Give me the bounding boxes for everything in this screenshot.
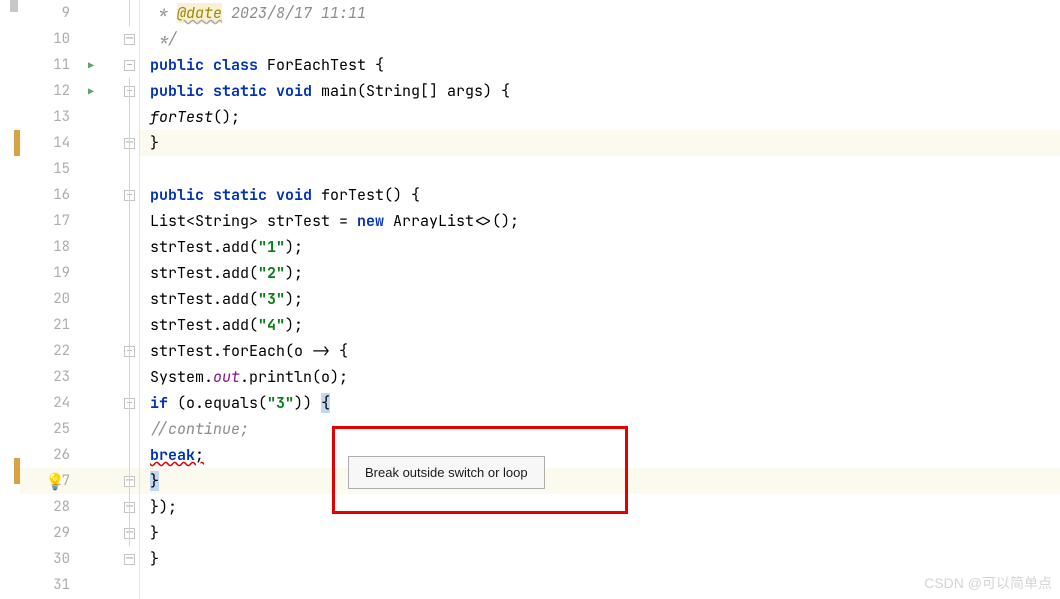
fold-close-icon[interactable]: ─ — [124, 34, 135, 45]
line-num: 20 — [20, 290, 80, 308]
code-line-25[interactable]: //continue; — [150, 416, 1060, 442]
code-line-17[interactable]: List<String> strTest = new ArrayList<>()… — [150, 208, 1060, 234]
line-num: 31 — [20, 576, 80, 594]
run-icon[interactable]: ▶ — [88, 59, 94, 72]
line-num: 22 — [20, 342, 80, 360]
line-num: 21 — [20, 316, 80, 334]
line-numbers: 9 10─ 11▶– 12▶– 13 14─ 15 16– 17 18 19 2… — [20, 0, 139, 598]
line-num: 13 — [20, 108, 80, 126]
code-line-19[interactable]: strTest.add("2"); — [150, 260, 1060, 286]
gutter: 9 10─ 11▶– 12▶– 13 14─ 15 16– 17 18 19 2… — [20, 0, 140, 599]
line-num: 16 — [20, 186, 80, 204]
line-num: 14 — [20, 134, 80, 152]
tooltip-text: Break outside switch or loop — [365, 465, 528, 480]
code-line-9[interactable]: * @date 2023/8/17 11:11 — [150, 0, 1060, 26]
line-num: 10 — [20, 30, 80, 48]
line-num: 9 — [20, 4, 80, 22]
code-line-23[interactable]: System.out.println(o); — [150, 364, 1060, 390]
code-area[interactable]: * @date 2023/8/17 11:11 */ public class … — [140, 0, 1060, 599]
line-num: 30 — [20, 550, 80, 568]
editor-container: 9 10─ 11▶– 12▶– 13 14─ 15 16– 17 18 19 2… — [0, 0, 1060, 599]
change-marker-grey — [10, 0, 18, 12]
code-line-13[interactable]: forTest(); — [150, 104, 1060, 130]
line-num: 28 — [20, 498, 80, 516]
fold-minus-icon[interactable]: – — [124, 60, 135, 71]
code-line-24[interactable]: if (o.equals("3")) { — [150, 390, 1060, 416]
watermark: CSDN @可以简单点 — [924, 573, 1052, 593]
line-num: 29 — [20, 524, 80, 542]
code-line-10[interactable]: */ — [150, 26, 1060, 52]
code-line-21[interactable]: strTest.add("4"); — [150, 312, 1060, 338]
code-line-14[interactable]: } — [150, 130, 1060, 156]
run-icon[interactable]: ▶ — [88, 85, 94, 98]
code-line-15[interactable] — [150, 156, 1060, 182]
code-line-28[interactable]: }); — [150, 494, 1060, 520]
code-line-11[interactable]: public class ForEachTest { — [150, 52, 1060, 78]
line-num: 17 — [20, 212, 80, 230]
line-num: 15 — [20, 160, 80, 178]
bulb-icon[interactable]: 💡 — [45, 471, 65, 492]
line-num: 19 — [20, 264, 80, 282]
line-num: 25 — [20, 420, 80, 438]
code-line-27[interactable]: } — [150, 468, 1060, 494]
fold-close-icon[interactable]: ─ — [124, 554, 135, 565]
error-tooltip: Break outside switch or loop — [348, 456, 545, 489]
code-line-26[interactable]: break; — [150, 442, 1060, 468]
code-line-12[interactable]: public static void main(String[] args) { — [150, 78, 1060, 104]
code-line-16[interactable]: public static void forTest() { — [150, 182, 1060, 208]
line-num: 18 — [20, 238, 80, 256]
line-num: 12 — [20, 82, 80, 100]
code-line-29[interactable]: } — [150, 520, 1060, 546]
line-num: 24 — [20, 394, 80, 412]
code-line-18[interactable]: strTest.add("1"); — [150, 234, 1060, 260]
code-line-20[interactable]: strTest.add("3"); — [150, 286, 1060, 312]
line-num: 11 — [20, 56, 80, 74]
code-line-30[interactable]: } — [150, 546, 1060, 572]
left-margin — [0, 0, 20, 599]
line-num: 26 — [20, 446, 80, 464]
code-line-22[interactable]: strTest.forEach(o -> { — [150, 338, 1060, 364]
line-num: 23 — [20, 368, 80, 386]
